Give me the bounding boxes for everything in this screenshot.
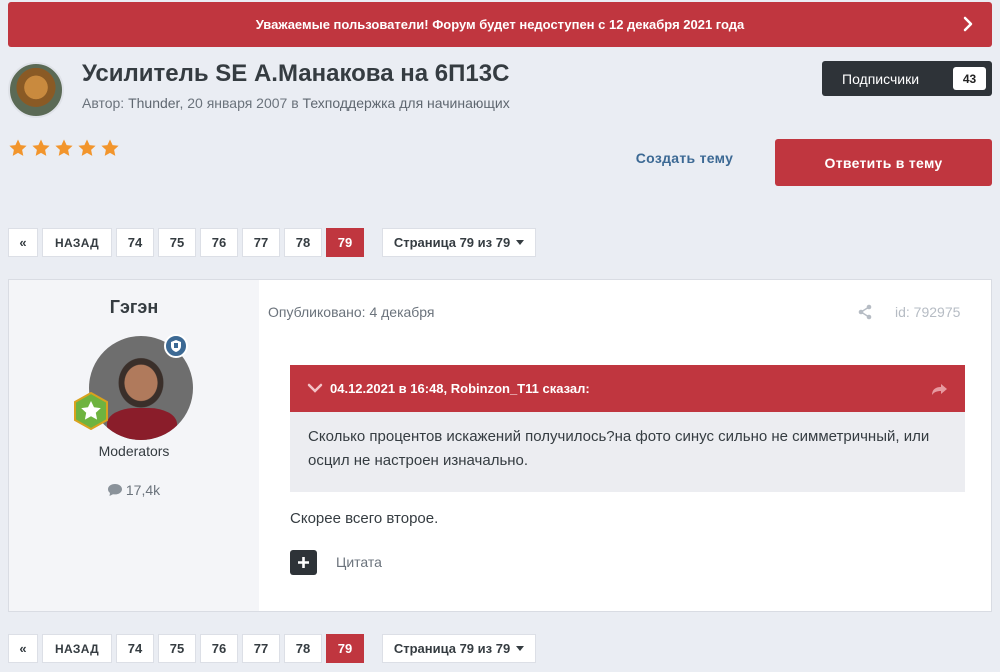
author-group: Moderators bbox=[98, 443, 170, 459]
page-link-current[interactable]: 79 bbox=[326, 228, 364, 257]
post-body: Скорее всего второе. bbox=[290, 510, 439, 527]
star-icon[interactable] bbox=[100, 138, 120, 158]
page-link[interactable]: 77 bbox=[242, 634, 280, 663]
forum-link[interactable]: Техподдержка для начинающих bbox=[303, 95, 510, 111]
topic-author-avatar[interactable] bbox=[8, 62, 64, 118]
announcement-text: Уважаемые пользователи! Форум будет недо… bbox=[255, 17, 745, 32]
star-icon[interactable] bbox=[8, 138, 28, 158]
page-jump-dropdown[interactable]: Страница 79 из 79 bbox=[382, 228, 536, 257]
page-title: Усилитель SE А.Манакова на 6П13С bbox=[82, 60, 510, 87]
prev-page-button[interactable]: НАЗАД bbox=[42, 634, 112, 663]
star-icon[interactable] bbox=[54, 138, 74, 158]
comment-icon bbox=[107, 484, 122, 496]
post-count-value: 17,4k bbox=[125, 482, 161, 498]
quote-button[interactable]: Цитата bbox=[336, 554, 382, 570]
pagination-bottom: « НАЗАД 74 75 76 77 78 79 Страница 79 из… bbox=[8, 634, 536, 663]
reply-button[interactable]: Ответить в тему bbox=[775, 139, 992, 186]
star-icon[interactable] bbox=[77, 138, 97, 158]
post-date[interactable]: Опубликовано: 4 декабря bbox=[268, 304, 435, 320]
topic-meta: Автор: Thunder, 20 января 2007 в Техподд… bbox=[82, 95, 510, 111]
star-icon[interactable] bbox=[31, 138, 51, 158]
shield-icon bbox=[164, 334, 188, 358]
page-link[interactable]: 78 bbox=[284, 634, 322, 663]
prev-page-button[interactable]: НАЗАД bbox=[42, 228, 112, 257]
followers-button[interactable]: Подписчики 43 bbox=[822, 61, 992, 96]
caret-down-icon bbox=[516, 646, 525, 651]
followers-count: 43 bbox=[953, 67, 986, 90]
caret-down-icon bbox=[516, 240, 525, 245]
page-link[interactable]: 76 bbox=[200, 634, 238, 663]
page-link[interactable]: 75 bbox=[158, 634, 196, 663]
share-arrow-icon[interactable] bbox=[931, 380, 949, 398]
quote-header[interactable]: 04.12.2021 в 16:48, Robinzon_T11 сказал: bbox=[290, 365, 965, 412]
page-jump-label: Страница 79 из 79 bbox=[393, 235, 511, 250]
page-jump-label: Страница 79 из 79 bbox=[393, 641, 511, 656]
author-name[interactable]: Гэгэн bbox=[9, 297, 259, 318]
plus-icon bbox=[298, 557, 309, 568]
quote-text: Сколько процентов искажений получилось?н… bbox=[308, 428, 930, 469]
meta-prefix: Автор: bbox=[82, 95, 129, 111]
page-link[interactable]: 78 bbox=[284, 228, 322, 257]
announcement-banner[interactable]: Уважаемые пользователи! Форум будет недо… bbox=[8, 2, 992, 47]
page-link[interactable]: 74 bbox=[116, 634, 154, 663]
author-post-count: 17,4k bbox=[9, 482, 259, 498]
rank-badge-icon bbox=[74, 392, 108, 430]
page-jump-dropdown[interactable]: Страница 79 из 79 bbox=[382, 634, 536, 663]
meta-date: , 20 января 2007 в bbox=[179, 95, 303, 111]
page-link[interactable]: 76 bbox=[200, 228, 238, 257]
first-page-button[interactable]: « bbox=[8, 228, 38, 257]
page-link[interactable]: 77 bbox=[242, 228, 280, 257]
multiquote-button[interactable] bbox=[290, 550, 317, 575]
chevron-down-icon[interactable] bbox=[306, 379, 324, 397]
page-link[interactable]: 75 bbox=[158, 228, 196, 257]
first-page-button[interactable]: « bbox=[8, 634, 38, 663]
chevron-right-icon bbox=[963, 16, 973, 32]
topic-author-link[interactable]: Thunder bbox=[128, 95, 179, 111]
page-link-current[interactable]: 79 bbox=[326, 634, 364, 663]
author-panel: Гэгэн Moderators 17,4k bbox=[9, 280, 259, 611]
share-icon[interactable] bbox=[857, 304, 873, 320]
page-link[interactable]: 74 bbox=[116, 228, 154, 257]
create-topic-link[interactable]: Создать тему bbox=[612, 150, 757, 174]
post-card: Гэгэн Moderators 17,4k Опубликовано: 4 д… bbox=[8, 279, 992, 612]
quote-citation: 04.12.2021 в 16:48, Robinzon_T11 сказал: bbox=[330, 381, 590, 396]
followers-label: Подписчики bbox=[842, 70, 920, 87]
post-id[interactable]: id: 792975 bbox=[895, 304, 960, 320]
quote-block: 04.12.2021 в 16:48, Robinzon_T11 сказал:… bbox=[290, 365, 965, 492]
pagination-top: « НАЗАД 74 75 76 77 78 79 Страница 79 из… bbox=[8, 228, 536, 257]
rating-stars[interactable] bbox=[8, 138, 120, 158]
